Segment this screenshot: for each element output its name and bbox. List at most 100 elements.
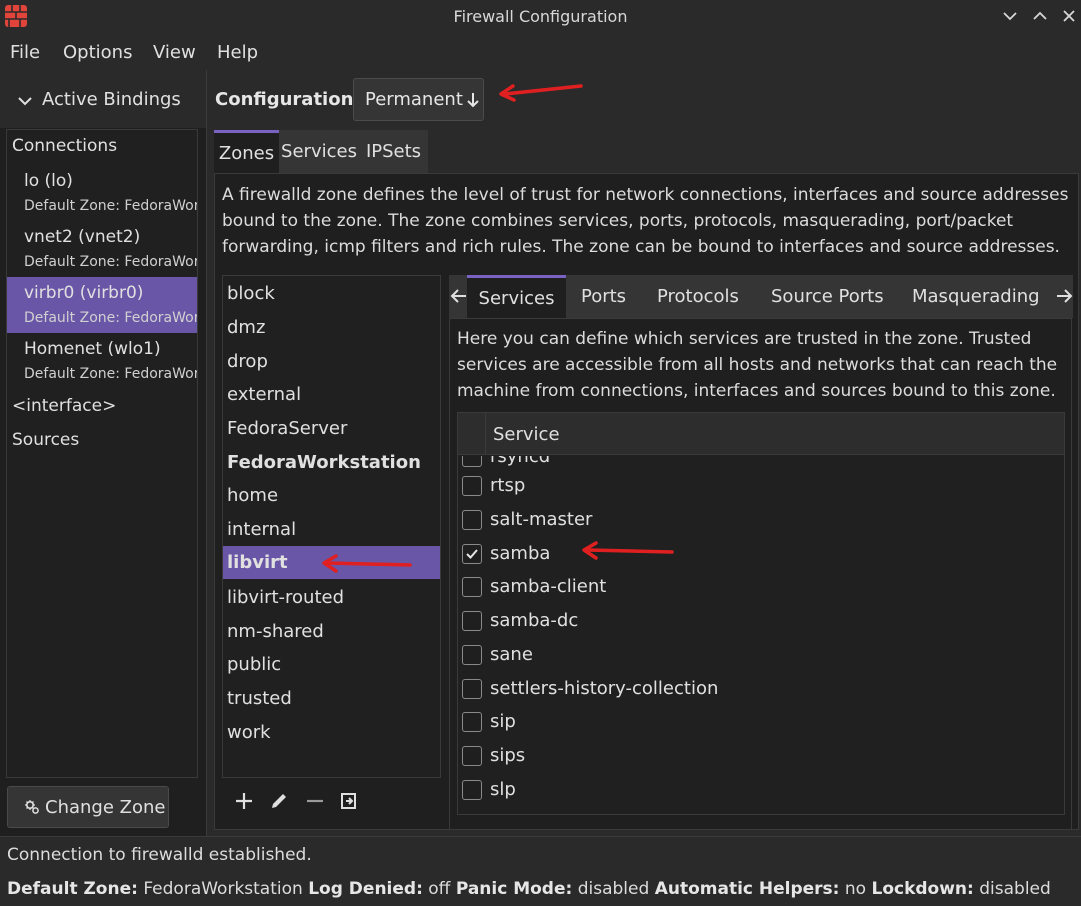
table-row[interactable]: samba-client	[458, 570, 1064, 604]
service-name: sane	[490, 644, 533, 665]
title-bar: Firewall Configuration	[0, 0, 1081, 34]
minimize-button[interactable]	[999, 5, 1021, 27]
binding-item-virbr0[interactable]: virbr0 (virbr0) Default Zone: FedoraWork…	[7, 277, 197, 333]
service-checkbox[interactable]	[462, 679, 482, 699]
panic-mode-label: Panic Mode:	[455, 879, 573, 899]
zone-item-trusted[interactable]: trusted	[223, 682, 440, 715]
edit-pencil-icon[interactable]	[268, 790, 290, 812]
minus-icon[interactable]	[304, 790, 326, 812]
service-name: rsyncd	[490, 456, 551, 467]
menu-help[interactable]: Help	[217, 42, 258, 63]
service-checkbox[interactable]	[462, 645, 482, 665]
service-checkbox[interactable]	[462, 577, 482, 597]
table-row[interactable]: rtsp	[458, 469, 1064, 503]
service-checkbox[interactable]	[462, 476, 482, 496]
table-row[interactable]: samba-dc	[458, 604, 1064, 638]
zone-item-block[interactable]: block	[223, 277, 440, 310]
tab-zone-ports[interactable]: Ports	[581, 275, 626, 318]
service-checkbox[interactable]	[462, 712, 482, 732]
menu-file[interactable]: File	[10, 42, 40, 63]
service-name: rtsp	[490, 475, 526, 496]
services-table-header[interactable]: Service	[458, 413, 1064, 455]
binding-zone: Default Zone: FedoraWorkstation	[24, 310, 197, 326]
binding-item-homenet[interactable]: Homenet (wlo1) Default Zone: FedoraWorks…	[7, 337, 197, 393]
binding-item-lo[interactable]: lo (lo) Default Zone: FedoraWorkstation	[7, 169, 197, 225]
zone-item-external[interactable]: external	[223, 378, 440, 411]
zone-item-internal[interactable]: internal	[223, 513, 440, 546]
service-name: sip	[490, 711, 516, 732]
tab-zone-protocols[interactable]: Protocols	[657, 275, 739, 318]
menu-options[interactable]: Options	[63, 42, 132, 63]
table-row[interactable]: samba	[458, 537, 1064, 571]
tab-zone-masquerading[interactable]: Masquerading	[912, 275, 1040, 318]
services-description: Here you can define which services are t…	[457, 329, 1058, 401]
configuration-value: Permanent	[365, 89, 463, 110]
service-checkbox[interactable]	[462, 780, 482, 800]
zone-item-home[interactable]: home	[223, 479, 440, 512]
service-name: samba-dc	[490, 610, 579, 631]
services-table-body[interactable]: rsyncd rtsp salt-master samba samba-clie…	[458, 456, 1064, 814]
service-checkbox[interactable]	[462, 746, 482, 766]
table-row[interactable]: sip	[458, 705, 1064, 739]
binding-label: lo (lo)	[24, 171, 73, 191]
tab-zone-services[interactable]: Services	[467, 275, 566, 318]
change-zone-button[interactable]: Change Zone	[7, 786, 169, 828]
tab-zones[interactable]: Zones	[214, 130, 279, 173]
arrow-left-icon[interactable]	[450, 286, 468, 306]
arrow-right-icon[interactable]	[1055, 286, 1073, 306]
tab-zone-source-ports[interactable]: Source Ports	[771, 275, 884, 318]
table-row[interactable]: slp	[458, 773, 1064, 807]
service-column-header: Service	[493, 424, 560, 445]
default-zone-value: FedoraWorkstation	[143, 879, 303, 899]
service-checkbox[interactable]	[462, 510, 482, 530]
table-row[interactable]: salt-master	[458, 503, 1064, 537]
zone-item-dmz[interactable]: dmz	[223, 311, 440, 344]
annotation-arrow-samba	[582, 541, 674, 560]
binding-item-interface[interactable]: <interface>	[12, 396, 197, 416]
automatic-helpers-value: no	[844, 879, 867, 899]
table-row[interactable]: sips	[458, 739, 1064, 773]
service-name: sips	[490, 745, 526, 766]
table-row[interactable]: settlers-history-collection	[458, 672, 1064, 706]
plus-icon[interactable]	[233, 790, 255, 812]
zone-item-libvirt-routed[interactable]: libvirt-routed	[223, 581, 440, 614]
annotation-arrow-libvirt	[322, 554, 412, 573]
service-checkbox[interactable]	[462, 611, 482, 631]
menu-bar: File Options View Help	[0, 34, 1081, 70]
service-name: salt-master	[490, 509, 593, 530]
active-bindings-label[interactable]: Active Bindings	[42, 89, 181, 110]
zone-item-public[interactable]: public	[223, 648, 440, 681]
table-row[interactable]: sane	[458, 638, 1064, 672]
zone-item-fedoraworkstation[interactable]: FedoraWorkstation	[223, 446, 440, 479]
service-checkbox[interactable]	[462, 456, 482, 467]
bindings-sources-heading[interactable]: Sources	[12, 430, 197, 450]
load-defaults-icon[interactable]	[338, 790, 360, 812]
zone-item-work[interactable]: work	[223, 716, 440, 749]
zone-item-nm-shared[interactable]: nm-shared	[223, 615, 440, 648]
binding-zone: Default Zone: FedoraWorkstation	[24, 254, 197, 270]
window-title: Firewall Configuration	[453, 7, 628, 26]
binding-item-vnet2[interactable]: vnet2 (vnet2) Default Zone: FedoraWorkst…	[7, 225, 197, 281]
zone-item-drop[interactable]: drop	[223, 345, 440, 378]
configuration-select[interactable]: Permanent	[353, 78, 484, 121]
tab-ipsets[interactable]: IPSets	[359, 130, 428, 173]
binding-zone: Default Zone: FedoraWorkstation	[24, 198, 197, 214]
menu-view[interactable]: View	[153, 42, 196, 63]
binding-label: vnet2 (vnet2)	[24, 227, 141, 247]
binding-label: Homenet (wlo1)	[24, 339, 161, 359]
configuration-label: Configuration:	[215, 89, 361, 110]
maximize-button[interactable]	[1029, 5, 1051, 27]
services-table: Service rsyncd rtsp salt-master samba sa…	[457, 412, 1065, 815]
checkmark-icon	[466, 549, 478, 559]
service-name: samba	[490, 543, 551, 564]
zone-item-fedoraserver[interactable]: FedoraServer	[223, 412, 440, 445]
service-name: slp	[490, 779, 516, 800]
tab-services[interactable]: Services	[279, 130, 359, 173]
close-button[interactable]	[1058, 5, 1080, 27]
maximize-chevron-icon	[1033, 11, 1047, 20]
chevron-down-icon[interactable]	[16, 92, 34, 110]
default-zone-label: Default Zone:	[7, 879, 138, 899]
zones-description: A firewalld zone defines the level of tr…	[222, 185, 1069, 257]
arrow-down-icon	[467, 92, 479, 107]
service-checkbox-checked[interactable]	[462, 544, 482, 564]
